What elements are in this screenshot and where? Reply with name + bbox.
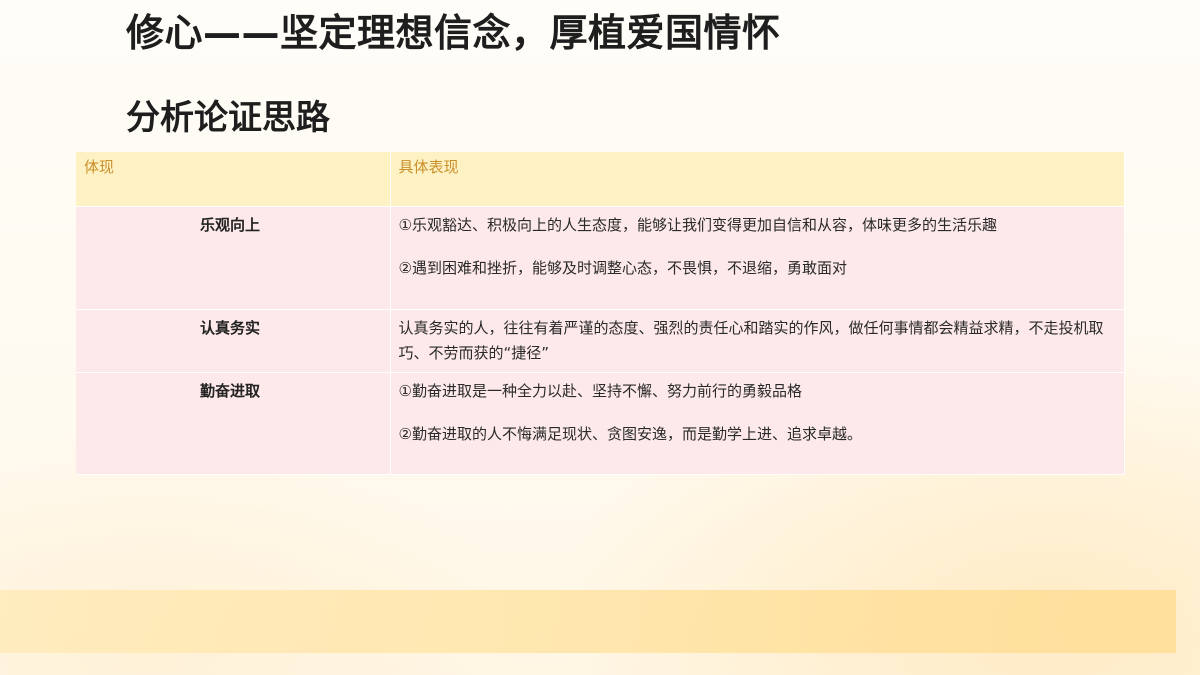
analysis-table: 体现 具体表现 乐观向上 ①乐观豁达、积极向上的人生态度，能够让我们变得更加自信… [76, 152, 1125, 475]
slide-subtitle: 分析论证思路 [126, 98, 330, 138]
row-label-optimism: 乐观向上 [76, 206, 391, 310]
row-details-optimism: ①乐观豁达、积极向上的人生态度，能够让我们变得更加自信和从容，体味更多的生活乐趣… [390, 206, 1125, 310]
table-row: 乐观向上 ①乐观豁达、积极向上的人生态度，能够让我们变得更加自信和从容，体味更多… [76, 206, 1125, 310]
table-header-row: 体现 具体表现 [76, 152, 1125, 207]
row-details-pragmatism: 认真务实的人，往往有着严谨的态度、强烈的责任心和踏实的作风，做任何事情都会精益求… [390, 309, 1125, 373]
row-details-diligence: ①勤奋进取是一种全力以赴、坚持不懈、努力前行的勇毅品格 ②勤奋进取的人不悔满足现… [390, 372, 1125, 475]
table-row: 认真务实 认真务实的人，往往有着严谨的态度、强烈的责任心和踏实的作风，做任何事情… [76, 309, 1125, 373]
detail-text: 认真务实的人，往往有着严谨的态度、强烈的责任心和踏实的作风，做任何事情都会精益求… [398, 319, 1104, 362]
column-header-embodiment: 体现 [76, 152, 391, 207]
detail-text: ①勤奋进取是一种全力以赴、坚持不懈、努力前行的勇毅品格 [398, 382, 802, 400]
bottom-decorative-band [0, 590, 1176, 653]
row-label-pragmatism: 认真务实 [76, 309, 391, 373]
detail-text: ②勤奋进取的人不悔满足现状、贪图安逸，而是勤学上进、追求卓越。 [398, 425, 862, 443]
detail-text: ②遇到困难和挫折，能够及时调整心态，不畏惧，不退缩，勇敢面对 [398, 259, 847, 277]
table-row: 勤奋进取 ①勤奋进取是一种全力以赴、坚持不懈、努力前行的勇毅品格 ②勤奋进取的人… [76, 372, 1125, 475]
row-label-diligence: 勤奋进取 [76, 372, 391, 475]
slide-title: 修心——坚定理想信念，厚植爱国情怀 [126, 11, 781, 55]
detail-text: ①乐观豁达、积极向上的人生态度，能够让我们变得更加自信和从容，体味更多的生活乐趣 [398, 216, 997, 234]
column-header-details: 具体表现 [390, 152, 1125, 207]
